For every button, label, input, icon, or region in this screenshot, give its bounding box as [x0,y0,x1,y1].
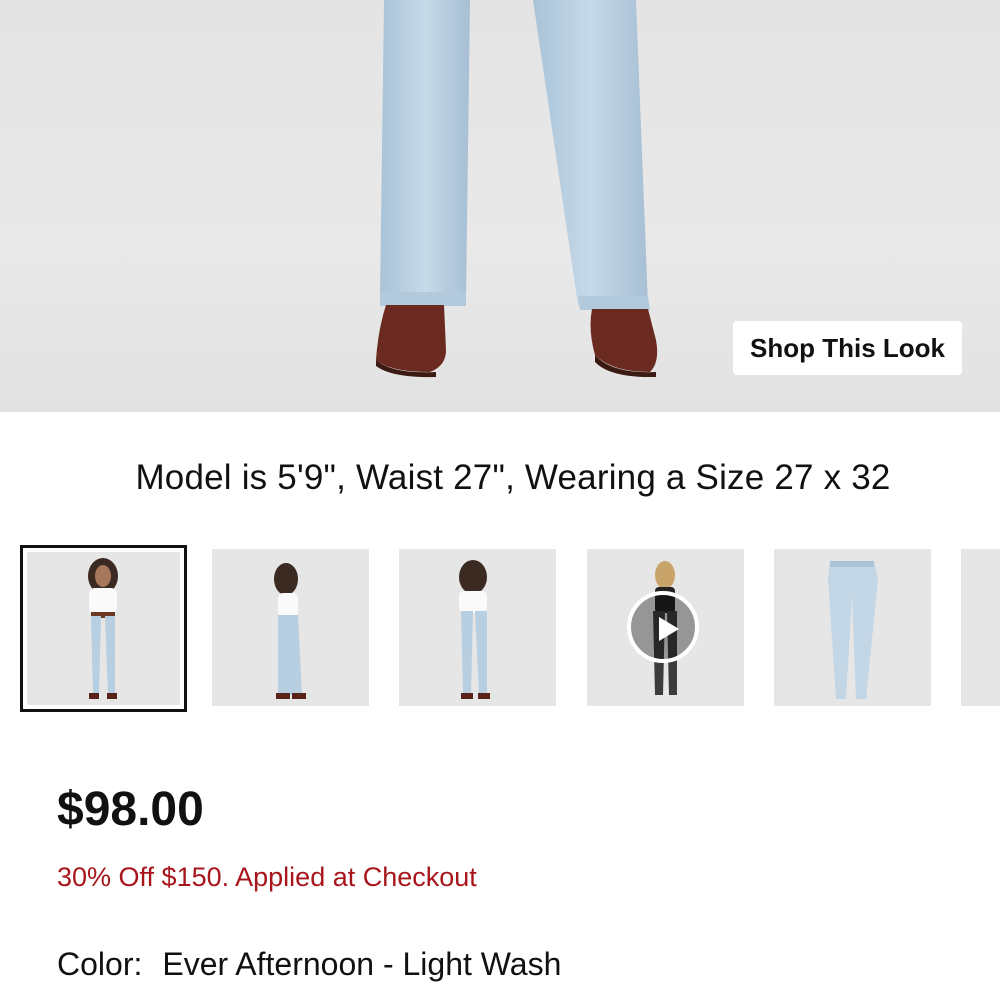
front-view-figure [88,558,118,699]
jeans-flat-figure [828,561,878,699]
model-size-info: Model is 5'9", Waist 27", Wearing a Size… [135,458,891,497]
thumbnail-front-view[interactable] [20,545,187,712]
color-label: Color: [57,946,143,982]
promo-message: 30% Off $150. Applied at Checkout [57,862,477,892]
side-view-figure [274,563,306,699]
product-price: $98.00 [57,783,204,836]
hero-image: Shop This Look [0,0,1000,412]
color-value: Ever Afternoon - Light Wash [162,946,562,982]
thumbnail-more[interactable] [961,549,1000,706]
thumbnail-back-view[interactable] [399,549,556,706]
play-icon[interactable] [627,591,699,663]
thumbnail-side-view[interactable] [212,549,369,706]
image-thumbnail-carousel [0,545,1000,715]
thumbnail-video[interactable] [587,549,744,706]
back-view-figure [459,560,490,699]
shop-this-look-button[interactable]: Shop This Look [733,321,962,375]
color-selection: Color: Ever Afternoon - Light Wash [57,946,561,983]
thumbnail-flat-lay[interactable] [774,549,931,706]
